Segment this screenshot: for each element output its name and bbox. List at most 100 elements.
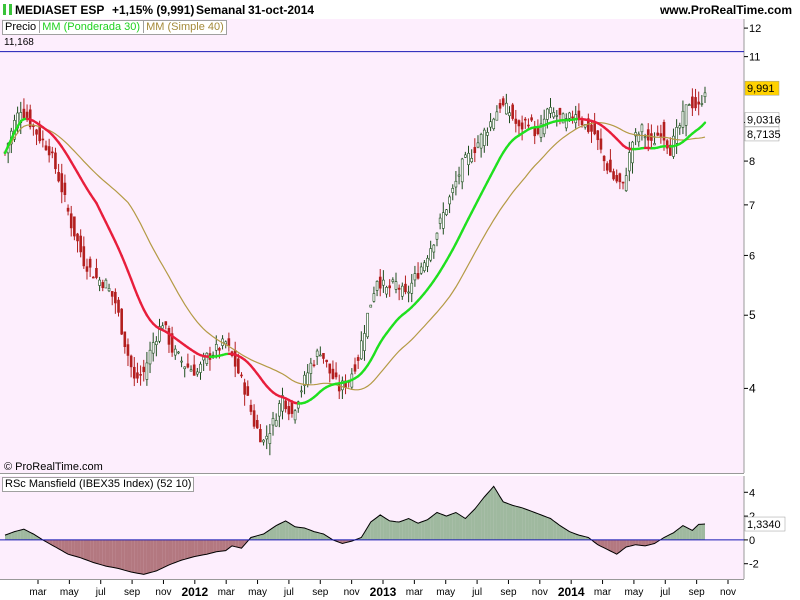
candle-body <box>432 244 436 253</box>
rsc-area-slice <box>127 539 132 573</box>
rsc-area-slice <box>153 539 157 572</box>
price-legend: Precio MM (Ponderada 30) MM (Simple 40) <box>2 20 227 35</box>
candle-body <box>233 349 237 367</box>
candle-body <box>309 362 313 374</box>
rsc-area-slice <box>282 520 286 540</box>
rsc-area-slice <box>402 519 406 540</box>
candle-body <box>129 355 133 368</box>
rsc-area-slice <box>109 539 113 568</box>
rsc-area-slice <box>638 539 642 546</box>
rsc-area-slice <box>150 539 154 573</box>
x-axis-label: sep <box>500 587 517 598</box>
rsc-area-slice <box>465 515 469 540</box>
rsc-area-slice <box>17 529 21 540</box>
candle-body <box>460 158 464 183</box>
rsc-area-slice <box>550 518 554 540</box>
x-axis-label: nov <box>155 587 171 598</box>
x-axis-label: jul <box>95 587 106 598</box>
rsc-area-slice <box>547 517 551 540</box>
rsc-area-slice <box>424 519 428 540</box>
rsc-area-slice <box>213 539 217 553</box>
candle-body <box>467 152 470 166</box>
candle-body <box>571 116 574 119</box>
legend-price: Precio <box>5 21 37 33</box>
candle-body <box>88 258 92 268</box>
rsc-area-slice <box>474 504 478 540</box>
candle-body <box>73 216 76 237</box>
rsc-area-slice <box>427 517 431 540</box>
rsc-area-slice <box>131 539 135 573</box>
x-axis-label: sep <box>689 587 706 598</box>
candle-body <box>391 279 395 282</box>
x-axis-label: jul <box>283 587 294 598</box>
candle-body <box>435 232 439 240</box>
candle-body <box>41 138 45 141</box>
price-axis-label: 4 <box>749 381 756 395</box>
price-badge: 9,991 <box>747 83 775 95</box>
rsc-area-slice <box>200 539 204 556</box>
rsc-area-slice <box>298 527 302 540</box>
candle-body <box>325 359 328 363</box>
rsc-area-slice <box>238 539 242 549</box>
candle-body <box>429 248 432 261</box>
rsc-area-slice <box>481 497 485 540</box>
rsc-area-slice <box>528 510 532 540</box>
candle-body <box>315 350 319 357</box>
rsc-area-slice <box>14 530 18 540</box>
rsc-area-slice <box>222 539 226 552</box>
candle-body <box>441 212 445 229</box>
price-axis-label: 7 <box>749 200 755 212</box>
candle-body <box>580 120 584 126</box>
candle-body <box>375 281 379 291</box>
candle-body <box>293 410 297 421</box>
x-axis-label: 2012 <box>181 585 208 599</box>
candle-body <box>120 308 123 335</box>
x-axis-label: sep <box>124 587 141 598</box>
rsc-area-slice <box>443 514 447 540</box>
rsc-area-slice <box>534 512 538 540</box>
rsc-area-slice <box>20 529 24 540</box>
candle-body <box>687 104 691 106</box>
rsc-area-slice <box>682 525 687 540</box>
rsc-area-slice <box>175 539 179 563</box>
rsc-area-slice <box>134 539 138 574</box>
candle-body <box>400 285 404 297</box>
rsc-area-slice <box>285 520 289 540</box>
rsc-area-slice <box>373 517 378 540</box>
rsc-legend: RSc Mansfield (IBEX35 Index) (52 10) <box>2 477 195 492</box>
rsc-area-slice <box>187 539 192 559</box>
rsc-area-slice <box>68 539 72 556</box>
candle-body <box>22 108 26 119</box>
candle-body <box>413 273 417 281</box>
candle-body <box>624 175 628 191</box>
rsc-area-slice <box>446 514 450 540</box>
rsc-area-slice <box>140 539 144 575</box>
chart-header: MEDIASET ESP +1,15% (9,991) Semanal 31-o… <box>0 0 800 20</box>
candle-body <box>678 125 682 129</box>
x-axis-label: may <box>436 587 455 598</box>
candle-body <box>394 281 398 290</box>
rsc-area-slice <box>515 506 519 540</box>
rsc-axis-label: -2 <box>749 559 759 571</box>
candle-body <box>151 342 155 354</box>
candle-body <box>145 362 149 380</box>
candle-body <box>423 262 426 271</box>
candle-body <box>199 363 202 373</box>
rsc-area-slice <box>392 521 396 540</box>
candle-body <box>218 348 221 351</box>
candle-body <box>35 129 38 135</box>
candle-body <box>66 207 70 212</box>
candle-body <box>237 358 240 374</box>
rsc-area-slice <box>184 539 188 560</box>
candle-body <box>63 182 67 195</box>
rsc-area-slice <box>370 519 374 540</box>
candle-body <box>287 406 291 415</box>
candle-body <box>246 386 250 396</box>
candle-body <box>82 246 86 267</box>
candle-body <box>328 363 332 374</box>
rsc-area-slice <box>405 518 409 540</box>
rsc-area-slice <box>701 524 705 540</box>
candle-body <box>558 107 562 115</box>
rsc-badge: 1,3340 <box>747 519 781 531</box>
rsc-area-slice <box>487 489 491 540</box>
